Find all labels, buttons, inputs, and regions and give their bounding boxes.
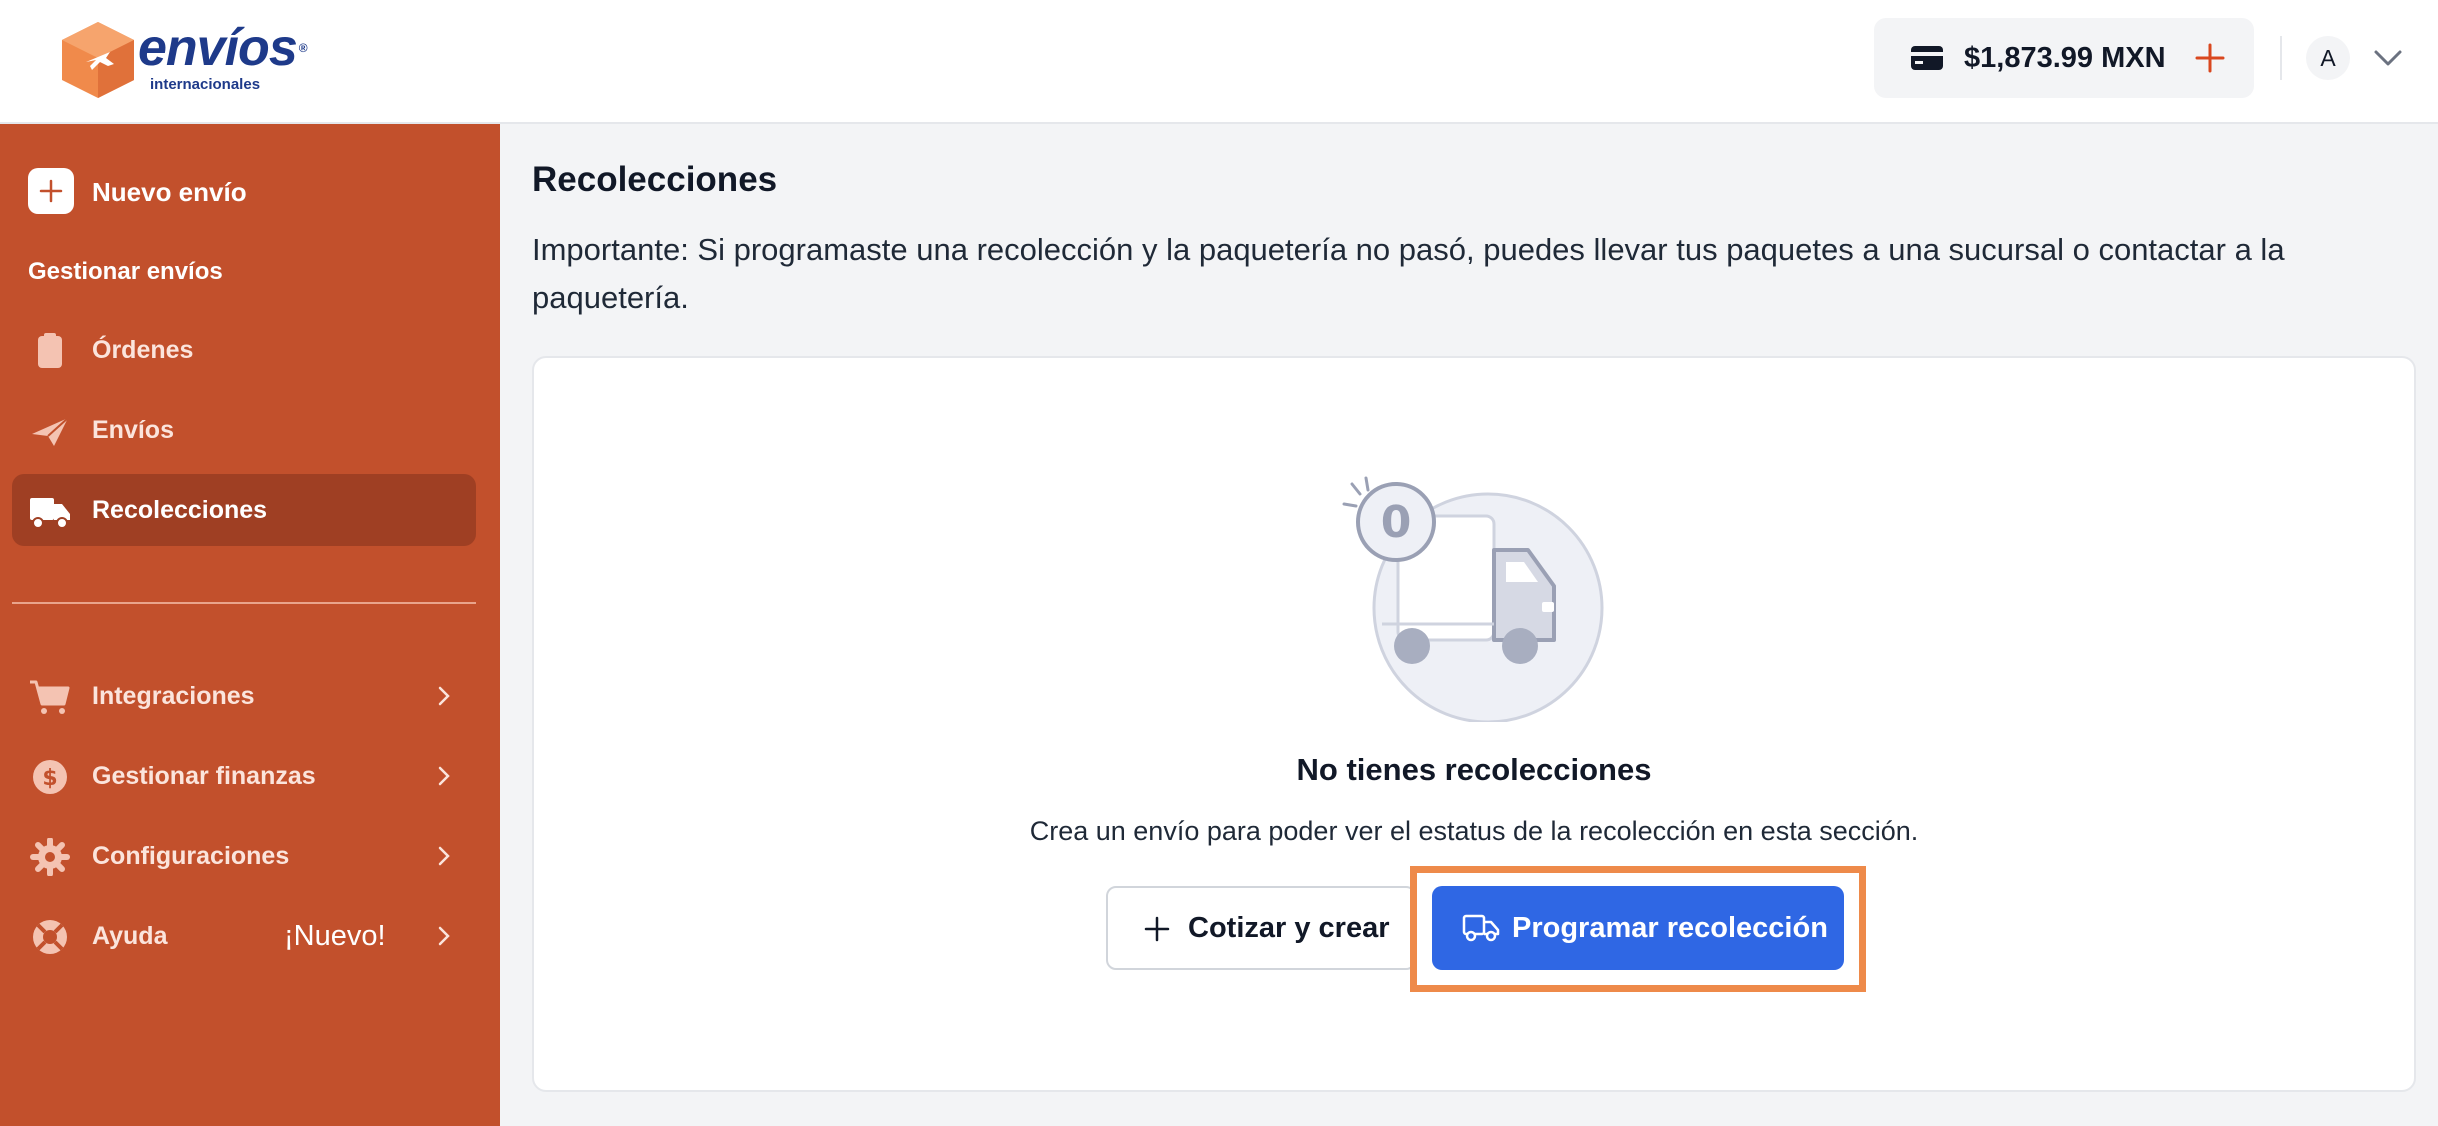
user-avatar[interactable]: A bbox=[2306, 36, 2350, 80]
sidebar-item-label: Ayuda bbox=[92, 922, 168, 950]
brand-tagline: internacionales bbox=[150, 76, 261, 93]
quote-and-create-label: Cotizar y crear bbox=[1188, 912, 1390, 944]
balance-widget[interactable]: $1,873.99 MXN bbox=[1874, 18, 2254, 98]
plus-icon bbox=[1144, 916, 1170, 942]
chevron-right-icon bbox=[438, 926, 450, 946]
clipboard-icon bbox=[38, 333, 62, 368]
new-badge: ¡Nuevo! bbox=[284, 920, 386, 952]
new-shipment-button[interactable]: Nuevo envío bbox=[28, 168, 328, 216]
truck-icon bbox=[1462, 914, 1500, 942]
sidebar-item-label: Configuraciones bbox=[92, 842, 290, 870]
sidebar: Nuevo envío Gestionar envíos Órdenes Env… bbox=[0, 124, 500, 1126]
gear-icon bbox=[30, 838, 70, 876]
sidebar-item-ayuda[interactable]: Ayuda ¡Nuevo! bbox=[12, 900, 476, 972]
chevron-right-icon bbox=[438, 766, 450, 786]
header-divider bbox=[2280, 36, 2282, 80]
truck-icon bbox=[30, 498, 70, 529]
chevron-down-icon[interactable] bbox=[2370, 44, 2406, 72]
sidebar-item-recolecciones[interactable]: Recolecciones bbox=[12, 474, 476, 546]
plus-icon bbox=[39, 179, 63, 203]
paper-plane-icon bbox=[32, 417, 69, 446]
pickup-notice: Importante: Si programaste una recolecci… bbox=[532, 232, 2285, 315]
quote-and-create-button[interactable]: Cotizar y crear bbox=[1106, 886, 1416, 970]
chevron-right-icon bbox=[438, 686, 450, 706]
add-funds-icon[interactable] bbox=[2192, 40, 2228, 76]
sidebar-item-label: Envíos bbox=[92, 416, 174, 444]
shopping-cart-icon bbox=[30, 680, 70, 714]
schedule-pickup-label: Programar recolección bbox=[1512, 912, 1828, 944]
sidebar-section-title: Gestionar envíos bbox=[28, 258, 223, 285]
brand-name: envíos ® bbox=[138, 19, 308, 77]
sidebar-item-label: Gestionar finanzas bbox=[92, 762, 316, 790]
sidebar-item-envios[interactable]: Envíos bbox=[12, 394, 476, 466]
chevron-right-icon bbox=[438, 846, 450, 866]
svg-text:$: $ bbox=[42, 766, 57, 791]
sidebar-divider bbox=[12, 602, 476, 604]
balance-amount: $1,873.99 MXN bbox=[1964, 42, 2166, 74]
empty-count: 0 bbox=[1381, 497, 1412, 548]
new-shipment-label: Nuevo envío bbox=[92, 177, 247, 207]
lifebuoy-icon bbox=[33, 920, 67, 954]
empty-state-description: Crea un envío para poder ver el estatus … bbox=[1029, 816, 1919, 846]
page-title: Recolecciones bbox=[532, 160, 778, 199]
empty-truck-illustration: 0 bbox=[1342, 476, 1604, 722]
empty-state-panel: 0 No tienes recolecciones Crea un envío … bbox=[532, 356, 2416, 1092]
sidebar-item-label: Integraciones bbox=[92, 682, 255, 710]
top-header: envíos ® internacionales $1,873.99 MXN A bbox=[0, 0, 2438, 124]
schedule-pickup-button[interactable]: Programar recolección bbox=[1432, 886, 1844, 970]
empty-state-title: No tienes recolecciones bbox=[1296, 752, 1652, 787]
sidebar-item-ordenes[interactable]: Órdenes bbox=[12, 314, 476, 386]
sidebar-item-configuraciones[interactable]: Configuraciones bbox=[12, 820, 476, 892]
sidebar-item-integraciones[interactable]: Integraciones bbox=[12, 660, 476, 732]
sidebar-item-gestionar-finanzas[interactable]: $ Gestionar finanzas bbox=[12, 740, 476, 812]
box-logo-icon bbox=[62, 22, 134, 98]
sidebar-item-label: Órdenes bbox=[92, 336, 194, 364]
new-shipment-plus-box bbox=[28, 168, 74, 214]
credit-card-icon bbox=[1911, 46, 1943, 70]
dollar-circle-icon: $ bbox=[33, 760, 67, 794]
brand-logo[interactable]: envíos ® internacionales bbox=[56, 14, 308, 104]
sidebar-item-label: Recolecciones bbox=[92, 496, 268, 524]
